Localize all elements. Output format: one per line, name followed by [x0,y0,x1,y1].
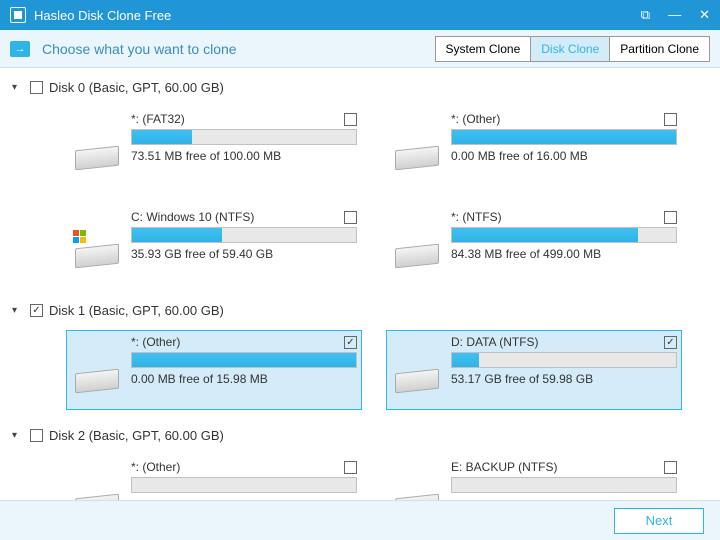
disk-checkbox[interactable] [30,429,43,442]
partition-card[interactable]: *: (Other) 0.00 MB free of 15.98 MB [66,330,362,410]
usage-bar [451,227,677,243]
disk-header[interactable]: ▾ Disk 1 (Basic, GPT, 60.00 GB) [10,297,710,324]
free-space-label: 84.38 MB free of 499.00 MB [451,247,677,261]
disk-checkbox[interactable] [30,304,43,317]
partition-name: *: (NTFS) [451,210,502,224]
partition-checkbox[interactable] [664,336,677,349]
disk-list[interactable]: ▾ Disk 0 (Basic, GPT, 60.00 GB) *: (FAT3… [0,68,720,500]
drive-icon [71,478,123,500]
partition-name: *: (Other) [131,460,180,474]
drive-icon [71,353,123,405]
free-space-label: 35.93 GB free of 59.40 GB [131,247,357,261]
footer: Next [0,500,720,540]
partition-name: E: BACKUP (NTFS) [451,460,557,474]
titlebar: Hasleo Disk Clone Free ⧉ — ✕ [0,0,720,30]
drive-icon [71,130,123,182]
free-space-label: 73.51 MB free of 100.00 MB [131,149,357,163]
free-space-label: 0.00 MB free of 15.98 MB [131,372,357,386]
app-icon [10,7,26,23]
partition-card[interactable]: *: (NTFS) 84.38 MB free of 499.00 MB [386,205,682,285]
partition-card[interactable]: E: BACKUP (NTFS) [386,455,682,500]
partition-card[interactable]: D: DATA (NTFS) 53.17 GB free of 59.98 GB [386,330,682,410]
drive-icon [71,228,123,280]
disk-header[interactable]: ▾ Disk 2 (Basic, GPT, 60.00 GB) [10,422,710,449]
disk-checkbox[interactable] [30,81,43,94]
partition-card[interactable]: *: (Other) 0.00 MB free of 16.00 MB [386,107,682,187]
subheader: → Choose what you want to clone System C… [0,30,720,68]
free-space-label: 0.00 MB free of 16.00 MB [451,149,677,163]
step-text: Choose what you want to clone [42,41,435,57]
chevron-down-icon: ▾ [12,82,24,93]
close-icon[interactable]: ✕ [699,7,710,23]
partition-checkbox[interactable] [664,113,677,126]
free-space-label: 53.17 GB free of 59.98 GB [451,372,677,386]
tab-partition-clone[interactable]: Partition Clone [610,37,709,61]
chevron-down-icon: ▾ [12,305,24,316]
partition-checkbox[interactable] [664,461,677,474]
partition-name: *: (FAT32) [131,112,185,126]
usage-bar [451,352,677,368]
minimize-icon[interactable]: — [668,7,681,23]
partition-checkbox[interactable] [344,113,357,126]
window-buttons: ⧉ — ✕ [641,7,710,23]
partition-card[interactable]: C: Windows 10 (NTFS) 35.93 GB free of 59… [66,205,362,285]
partition-row: *: (FAT32) 73.51 MB free of 100.00 MB *:… [10,101,710,199]
chevron-down-icon: ▾ [12,430,24,441]
usage-bar [451,477,677,493]
drive-icon [391,130,443,182]
partition-row: *: (Other) 0.00 MB free of 15.98 MB D: D… [10,324,710,422]
drive-icon [391,228,443,280]
partition-checkbox[interactable] [344,211,357,224]
tab-system-clone[interactable]: System Clone [436,37,532,61]
app-title: Hasleo Disk Clone Free [34,8,641,23]
partition-name: D: DATA (NTFS) [451,335,539,349]
partition-name: C: Windows 10 (NTFS) [131,210,254,224]
usage-bar [131,129,357,145]
partition-card[interactable]: *: (FAT32) 73.51 MB free of 100.00 MB [66,107,362,187]
partition-name: *: (Other) [131,335,180,349]
disk-label: Disk 2 (Basic, GPT, 60.00 GB) [49,428,224,443]
partition-row: C: Windows 10 (NTFS) 35.93 GB free of 59… [10,199,710,297]
disk-header[interactable]: ▾ Disk 0 (Basic, GPT, 60.00 GB) [10,74,710,101]
disk-label: Disk 0 (Basic, GPT, 60.00 GB) [49,80,224,95]
drive-icon [391,478,443,500]
usage-bar [131,352,357,368]
usage-bar [131,477,357,493]
partition-checkbox[interactable] [344,336,357,349]
next-button[interactable]: Next [614,508,704,534]
drive-icon [391,353,443,405]
partition-row: *: (Other) E: BACKUP (NTFS) [10,449,710,500]
usage-bar [451,129,677,145]
tab-disk-clone[interactable]: Disk Clone [531,37,610,61]
step-icon: → [10,41,30,57]
restore-icon[interactable]: ⧉ [641,7,650,23]
usage-bar [131,227,357,243]
clone-mode-tabs: System Clone Disk Clone Partition Clone [435,36,710,62]
windows-logo-icon [73,230,87,243]
partition-name: *: (Other) [451,112,500,126]
partition-checkbox[interactable] [664,211,677,224]
partition-checkbox[interactable] [344,461,357,474]
disk-label: Disk 1 (Basic, GPT, 60.00 GB) [49,303,224,318]
partition-card[interactable]: *: (Other) [66,455,362,500]
